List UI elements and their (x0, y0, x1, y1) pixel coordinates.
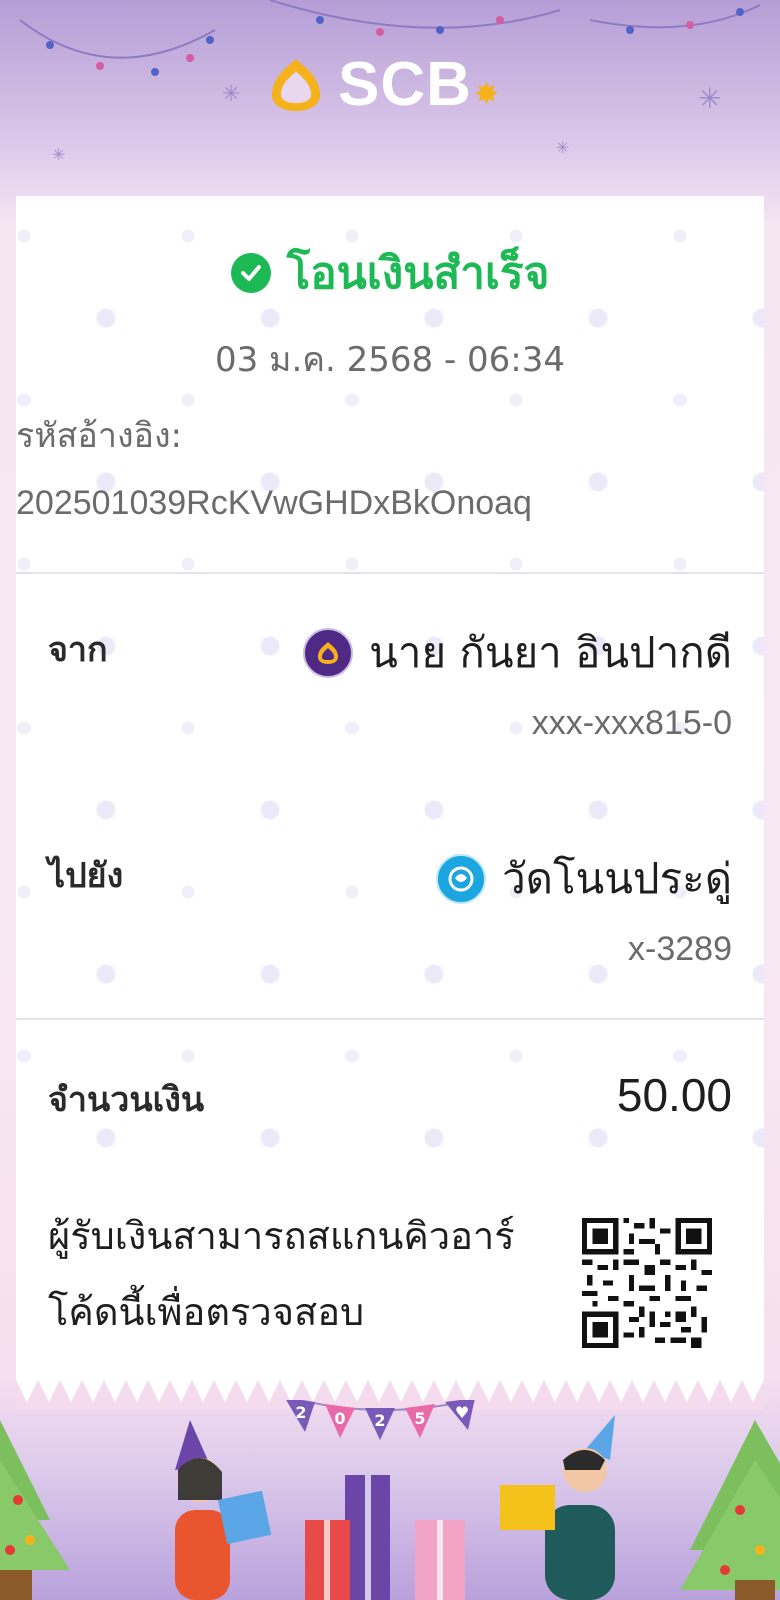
man-with-gift-illustration (500, 1415, 615, 1600)
amount-label: จำนวนเงิน (48, 1080, 205, 1120)
sparkle-icon: ✳ (698, 82, 722, 115)
divider (16, 572, 764, 574)
bunting-flag-label: 0 (334, 1409, 345, 1428)
qr-verification-note: ผู้รับเงินสามารถสแกนคิวอาร์โค้ดนี้เพื่อต… (48, 1214, 515, 1334)
status-text: โอนเงินสำเร็จ (286, 248, 550, 299)
receipt-card: โอนเงินสำเร็จ 03 ม.ค. 2568 - 06:34 รหัสอ… (16, 196, 764, 1406)
qr-section: ผู้รับเงินสามารถสแกนคิวอาร์โค้ดนี้เพื่อต… (16, 1166, 764, 1406)
star-icon: ✸ (473, 76, 500, 112)
christmas-tree-icon (680, 1420, 780, 1600)
verification-qr-code[interactable] (582, 1218, 712, 1348)
bunting-flag-label: 5 (414, 1409, 425, 1428)
christmas-tree-icon (0, 1420, 70, 1600)
to-label: ไปยัง (48, 856, 124, 896)
woman-with-gift-illustration (175, 1420, 272, 1600)
bunting-flag-label: ♥ (455, 1403, 469, 1422)
sparkle-icon: ✳ (52, 145, 66, 164)
scb-logo: SCB ✸ (268, 54, 499, 116)
logo-text: SCB (338, 50, 472, 119)
sender-account: xxx-xxx815-0 (531, 704, 732, 742)
transfer-status: โอนเงินสำเร็จ (16, 238, 764, 308)
check-circle-icon (230, 253, 271, 293)
sparkle-icon: ✳ (556, 138, 570, 157)
divider (16, 1018, 764, 1020)
scb-bank-icon (303, 628, 354, 678)
ktb-bank-icon (436, 854, 487, 904)
from-label: จาก (48, 630, 108, 670)
bunting-flag-label: 2 (374, 1411, 385, 1430)
new-year-illustration: 2 0 2 5 ♥ (0, 1400, 780, 1600)
bunting-flag-label: 2 (295, 1403, 306, 1422)
recipient-name: วัดโนนประดู่ (502, 854, 732, 903)
recipient-account: x-3289 (628, 930, 732, 968)
amount-value: 50.00 (616, 1069, 732, 1121)
reference-label: รหัสอ้างอิง: (16, 416, 183, 456)
sparkle-icon: ✳ (222, 82, 241, 107)
scb-lotus-icon (271, 59, 321, 111)
sender-name: นาย กันยา อินปากดี (369, 628, 732, 677)
from-party: นาย กันยา อินปากดี (303, 620, 732, 686)
to-party: วัดโนนประดู่ (436, 846, 732, 912)
transaction-datetime: 03 ม.ค. 2568 - 06:34 (214, 340, 566, 380)
reference-value: 202501039RcKVwGHDxBkOnoaq (16, 484, 532, 522)
